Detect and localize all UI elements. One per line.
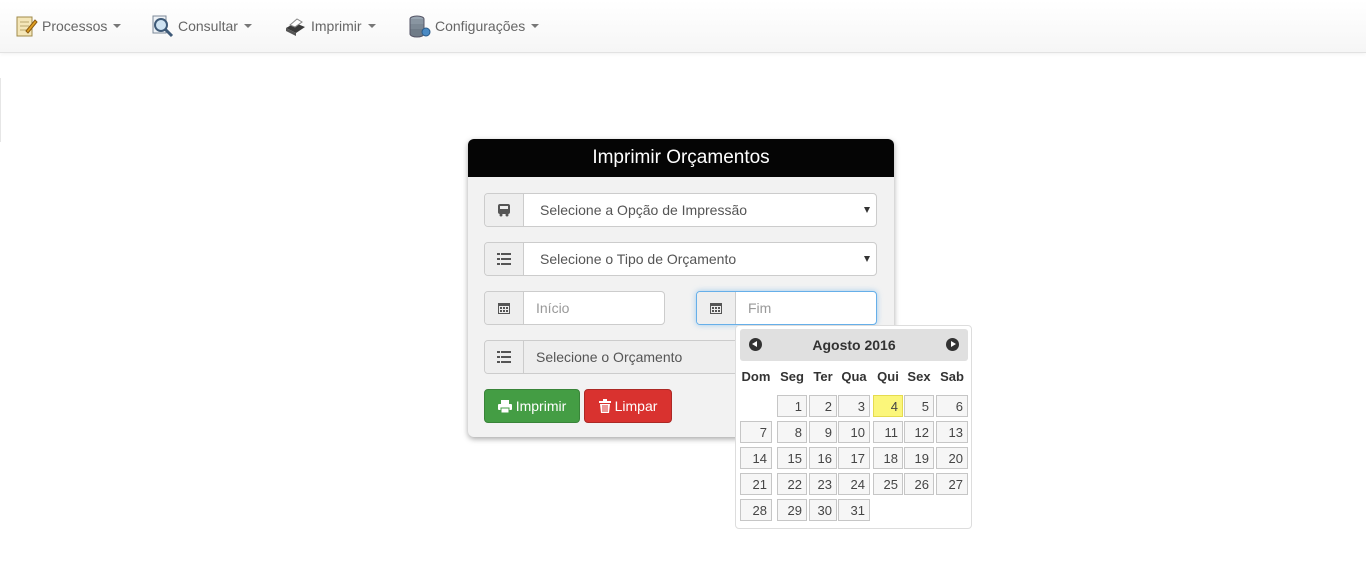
calendar-day[interactable]: 10 <box>838 421 870 443</box>
calendar-day[interactable]: 6 <box>936 395 968 417</box>
menu-configuracoes[interactable]: Configurações <box>407 12 540 40</box>
calendar-day[interactable]: 18 <box>873 447 903 469</box>
calendar-day[interactable]: 29 <box>777 499 807 521</box>
trash-icon <box>598 399 611 413</box>
print-option-select[interactable]: Selecione a Opção de Impressão <box>524 194 876 226</box>
caret-down-icon <box>243 24 252 28</box>
weekday-header: Dom <box>741 369 771 384</box>
calendar-day[interactable]: 28 <box>740 499 772 521</box>
datepicker-popup: Agosto 2016 Dom Seg Ter Qua Qui Sex Sab 1 2 3 4 5 6 7… <box>735 325 972 529</box>
datepicker-month-label: Agosto 2016 <box>812 337 896 353</box>
calendar-day[interactable]: 20 <box>936 447 968 469</box>
start-date-group: Início <box>484 291 665 325</box>
magnifier-icon <box>150 14 174 38</box>
calendar-day[interactable]: 17 <box>838 447 870 469</box>
list-icon <box>485 341 524 373</box>
budget-value: Selecione o Orçamento <box>536 349 683 365</box>
calendar-day[interactable]: 12 <box>904 421 934 443</box>
budget-type-value: Selecione o Tipo de Orçamento <box>540 251 737 267</box>
weekday-header: Qui <box>877 369 899 384</box>
menu-consultar-label: Consultar <box>178 18 238 34</box>
print-button[interactable]: Imprimir <box>484 389 580 423</box>
database-stack-icon <box>407 14 431 38</box>
start-date-placeholder: Início <box>536 300 570 316</box>
print-option-value: Selecione a Opção de Impressão <box>540 202 748 218</box>
calendar-day[interactable]: 19 <box>904 447 934 469</box>
caret-down-icon <box>113 24 122 28</box>
caret-down-icon <box>531 24 540 28</box>
print-option-group: Selecione a Opção de Impressão <box>484 193 877 227</box>
calendar-day[interactable]: 16 <box>809 447 837 469</box>
calendar-day[interactable]: 15 <box>777 447 807 469</box>
select-arrow-icon <box>864 256 870 262</box>
calendar-day[interactable]: 5 <box>904 395 934 417</box>
menu-processos[interactable]: Processos <box>14 12 122 40</box>
budget-type-select[interactable]: Selecione o Tipo de Orçamento <box>524 243 876 275</box>
notepad-pencil-icon <box>14 14 38 38</box>
calendar-day[interactable]: 4 <box>873 395 903 417</box>
calendar-icon <box>485 292 524 324</box>
bus-icon <box>485 194 524 226</box>
end-date-placeholder: Fim <box>748 300 772 316</box>
calendar-day[interactable]: 1 <box>777 395 807 417</box>
calendar-day[interactable]: 11 <box>873 421 903 443</box>
clear-button-label: Limpar <box>614 398 658 414</box>
calendar-day[interactable]: 13 <box>936 421 968 443</box>
menu-processos-label: Processos <box>42 18 108 34</box>
menu-configuracoes-label: Configurações <box>435 18 526 34</box>
select-arrow-icon <box>864 207 870 213</box>
calendar-day[interactable]: 27 <box>936 473 968 495</box>
calendar-day[interactable]: 3 <box>838 395 870 417</box>
weekday-header: Sab <box>940 369 964 384</box>
calendar-day[interactable]: 26 <box>904 473 934 495</box>
calendar-day[interactable]: 31 <box>838 499 870 521</box>
calendar-day[interactable]: 21 <box>740 473 772 495</box>
list-icon <box>485 243 524 275</box>
calendar-icon <box>697 292 736 324</box>
end-date-input[interactable]: Fim <box>736 292 876 324</box>
menu-imprimir-label: Imprimir <box>311 18 362 34</box>
calendar-day[interactable]: 9 <box>809 421 837 443</box>
top-navbar: Processos Consultar Imprimir Configuraçõ… <box>0 0 1366 53</box>
menu-imprimir[interactable]: Imprimir <box>283 12 376 40</box>
previous-month-icon[interactable] <box>749 338 762 351</box>
weekday-header: Ter <box>813 369 833 384</box>
calendar-day[interactable]: 14 <box>740 447 772 469</box>
calendar-day[interactable]: 8 <box>777 421 807 443</box>
start-date-input[interactable]: Início <box>524 292 664 324</box>
printer-icon <box>497 399 512 413</box>
weekday-header: Seg <box>780 369 804 384</box>
left-edge-divider <box>0 78 3 142</box>
calendar-day[interactable]: 25 <box>873 473 903 495</box>
end-date-group: Fim <box>696 291 877 325</box>
calendar-day[interactable]: 2 <box>809 395 837 417</box>
calendar-day[interactable]: 30 <box>809 499 837 521</box>
weekday-header: Sex <box>907 369 931 384</box>
panel-title: Imprimir Orçamentos <box>468 139 894 177</box>
menu-consultar[interactable]: Consultar <box>150 12 252 40</box>
weekday-header: Qua <box>841 369 867 384</box>
budget-type-group: Selecione o Tipo de Orçamento <box>484 242 877 276</box>
calendar-day[interactable]: 22 <box>777 473 807 495</box>
calendar-day[interactable]: 7 <box>740 421 772 443</box>
calendar-day[interactable]: 23 <box>809 473 837 495</box>
datepicker-header: Agosto 2016 <box>740 329 968 361</box>
caret-down-icon <box>367 24 376 28</box>
clear-button[interactable]: Limpar <box>584 389 672 423</box>
print-button-label: Imprimir <box>515 398 567 414</box>
calendar-day[interactable]: 24 <box>838 473 870 495</box>
printer-icon <box>283 14 307 38</box>
next-month-icon[interactable] <box>946 338 959 351</box>
